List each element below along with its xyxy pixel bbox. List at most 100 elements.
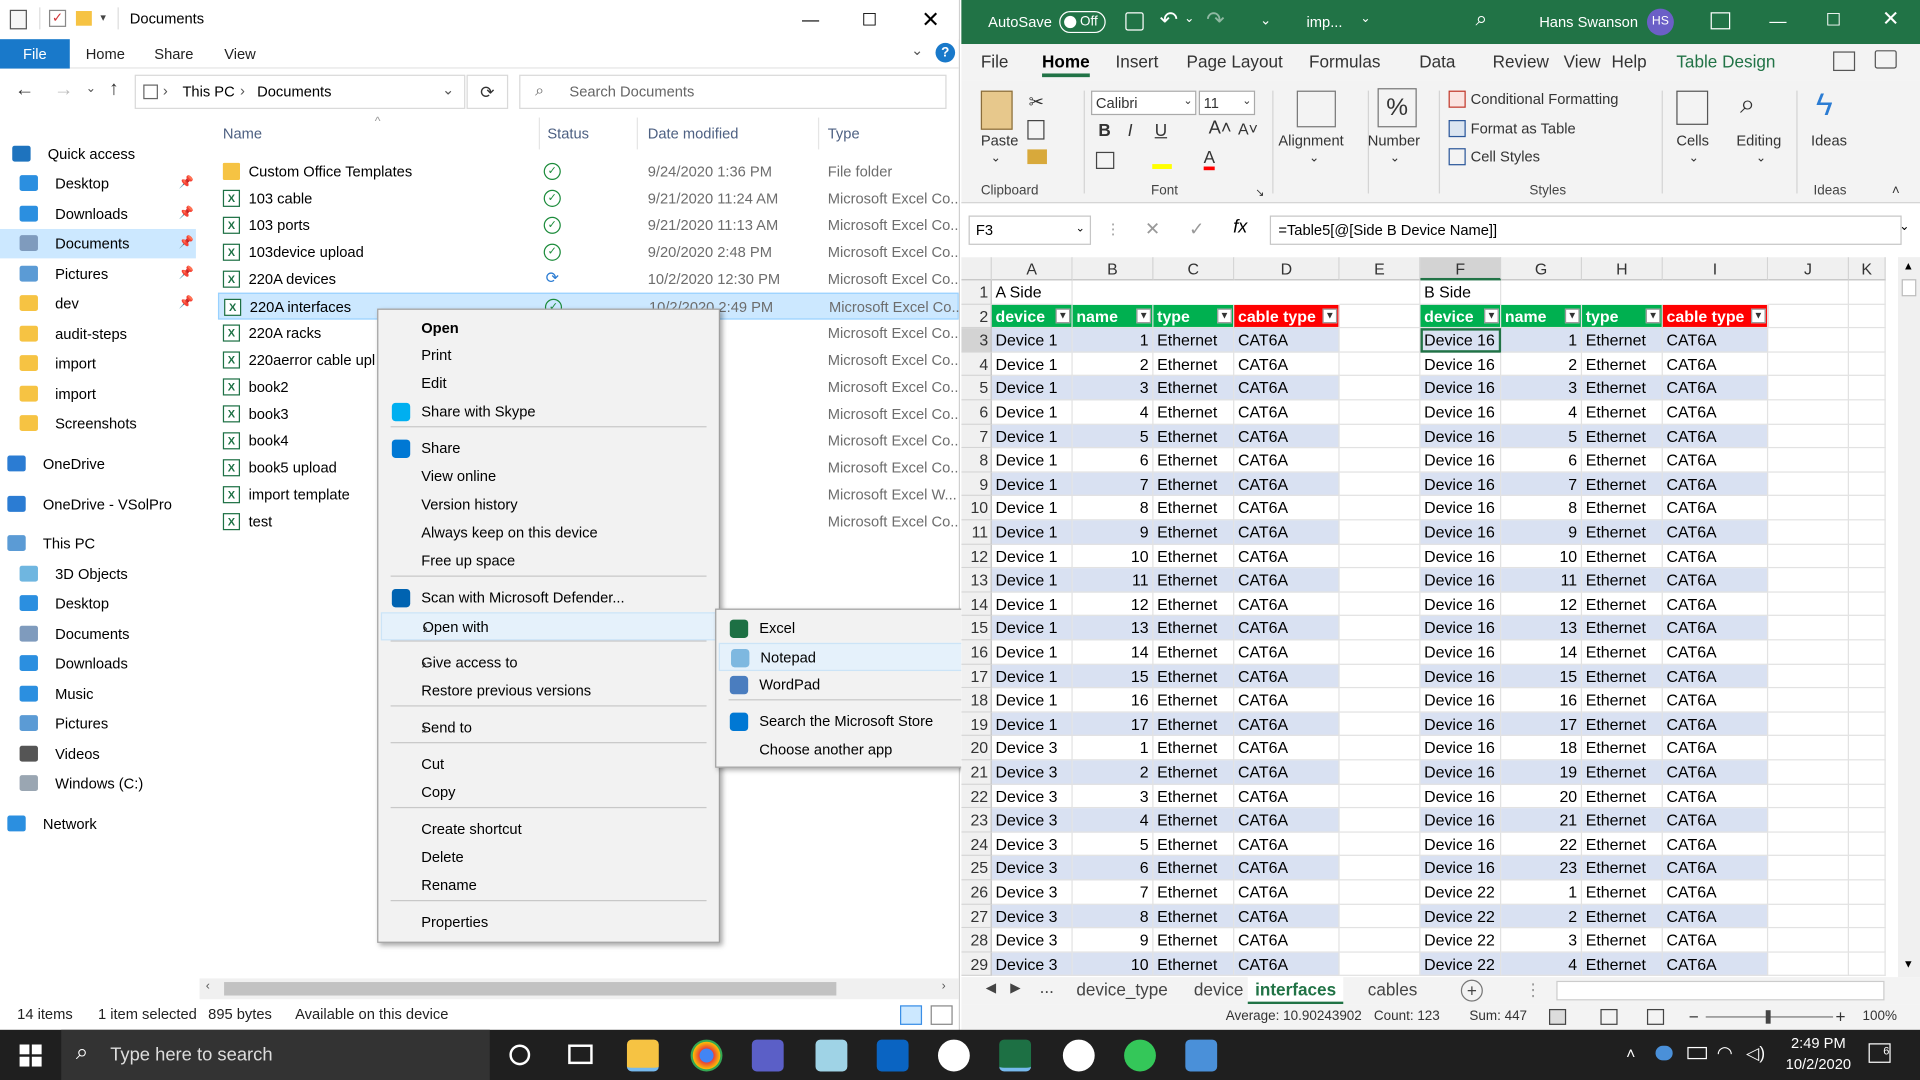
table-cell[interactable]: 12: [1501, 592, 1583, 617]
row-header[interactable]: 17: [961, 664, 992, 689]
table-cell[interactable]: 10: [1072, 544, 1154, 569]
table-cell[interactable]: Device 16: [1420, 808, 1502, 833]
empty-cell[interactable]: [1848, 328, 1886, 353]
table-cell[interactable]: CAT6A: [1662, 568, 1769, 593]
table-cell[interactable]: CAT6A: [1662, 904, 1769, 929]
excel-tab-view[interactable]: View: [1564, 51, 1601, 71]
table-cell[interactable]: Ethernet: [1153, 760, 1235, 785]
empty-cell[interactable]: [1768, 880, 1849, 905]
wifi-icon[interactable]: ◠: [1717, 1042, 1733, 1064]
excel-tab-review[interactable]: Review: [1493, 51, 1549, 71]
table-cell[interactable]: CAT6A: [1662, 376, 1769, 401]
table-cell[interactable]: Ethernet: [1153, 400, 1235, 425]
table-header-b-0[interactable]: device ▼: [1420, 304, 1502, 329]
table-cell[interactable]: Ethernet: [1153, 808, 1235, 833]
table-cell[interactable]: Ethernet: [1582, 616, 1663, 641]
editing-button[interactable]: Editing: [1736, 132, 1781, 149]
table-cell[interactable]: CAT6A: [1234, 952, 1340, 977]
sheet-options-icon[interactable]: ⋮: [1525, 980, 1542, 1001]
cell-styles-icon[interactable]: [1448, 148, 1466, 166]
table-header-a-3[interactable]: cable type ▼: [1234, 304, 1340, 329]
empty-cell[interactable]: [1848, 760, 1886, 785]
more-sheets-ellipsis[interactable]: ...: [1040, 977, 1054, 997]
column-header-a[interactable]: A: [991, 257, 1073, 281]
table-cell[interactable]: CAT6A: [1662, 880, 1769, 905]
empty-cell[interactable]: [1848, 400, 1886, 425]
column-status[interactable]: Status: [547, 125, 589, 142]
table-cell[interactable]: Ethernet: [1153, 424, 1235, 449]
table-cell[interactable]: 9: [1072, 928, 1154, 953]
table-header-b-3[interactable]: cable type ▼: [1662, 304, 1769, 329]
paste-icon[interactable]: [980, 90, 1013, 130]
row-header[interactable]: 25: [961, 856, 992, 881]
table-cell[interactable]: CAT6A: [1662, 832, 1769, 857]
table-cell[interactable]: CAT6A: [1662, 592, 1769, 617]
table-cell[interactable]: CAT6A: [1662, 496, 1769, 521]
chrome-taskbar-icon[interactable]: [690, 1039, 723, 1072]
alignment-icon[interactable]: [1296, 90, 1336, 128]
ideas-icon[interactable]: ϟ: [1816, 86, 1833, 124]
workbook-name[interactable]: imp...: [1307, 13, 1343, 30]
empty-cell[interactable]: [1848, 424, 1886, 449]
column-header-f[interactable]: F: [1420, 257, 1502, 281]
table-cell[interactable]: Device 3: [991, 904, 1073, 929]
table-cell[interactable]: 17: [1501, 712, 1583, 737]
table-cell[interactable]: CAT6A: [1234, 760, 1340, 785]
empty-cell[interactable]: [1339, 400, 1421, 425]
table-cell[interactable]: 9: [1501, 520, 1583, 545]
scroll-right-icon[interactable]: ›: [942, 980, 946, 993]
empty-cell[interactable]: [1848, 280, 1886, 305]
context-menu-item-give-access-to[interactable]: Give access to ›: [381, 649, 717, 677]
table-cell[interactable]: Device 1: [991, 328, 1073, 353]
table-cell[interactable]: CAT6A: [1662, 664, 1769, 689]
empty-cell[interactable]: [1768, 784, 1849, 809]
format-as-table-button[interactable]: Format as Table: [1471, 120, 1576, 137]
table-cell[interactable]: Device 3: [991, 832, 1073, 857]
table-cell[interactable]: Device 3: [991, 808, 1073, 833]
table-cell[interactable]: Device 16: [1420, 760, 1502, 785]
italic-icon[interactable]: I: [1128, 120, 1133, 140]
row-header[interactable]: 4: [961, 352, 992, 377]
horizontal-scrollbar[interactable]: ‹ ›: [199, 978, 959, 1000]
table-cell[interactable]: CAT6A: [1234, 376, 1340, 401]
table-cell[interactable]: CAT6A: [1234, 592, 1340, 617]
table-cell[interactable]: Device 1: [991, 544, 1073, 569]
table-cell[interactable]: Ethernet: [1153, 496, 1235, 521]
empty-cell[interactable]: [1768, 592, 1849, 617]
excel-tab-home[interactable]: Home: [1042, 51, 1090, 78]
fill-color-icon[interactable]: [1152, 149, 1172, 169]
taskbar-time[interactable]: 2:49 PM: [1785, 1035, 1851, 1052]
table-cell[interactable]: Ethernet: [1582, 328, 1663, 353]
table-cell[interactable]: 14: [1501, 640, 1583, 665]
table-cell[interactable]: Device 22: [1420, 952, 1502, 977]
table-cell[interactable]: 6: [1072, 448, 1154, 473]
table-header-a-2[interactable]: type ▼: [1153, 304, 1235, 329]
large-icons-view-icon[interactable]: [930, 1005, 953, 1025]
row-header[interactable]: 26: [961, 880, 992, 905]
empty-cell[interactable]: [1848, 640, 1886, 665]
table-cell[interactable]: Device 1: [991, 592, 1073, 617]
table-cell[interactable]: Device 16: [1420, 832, 1502, 857]
increase-font-icon[interactable]: A˄: [1209, 118, 1232, 139]
row-header[interactable]: 10: [961, 496, 992, 521]
empty-cell[interactable]: [1768, 328, 1849, 353]
table-cell[interactable]: 4: [1501, 952, 1583, 977]
filter-dropdown-icon[interactable]: ▼: [1322, 308, 1338, 323]
context-menu-item-view-online[interactable]: View online: [381, 463, 717, 491]
cell-styles-button[interactable]: Cell Styles: [1471, 148, 1540, 165]
table-cell[interactable]: 5: [1501, 424, 1583, 449]
table-cell[interactable]: Ethernet: [1582, 592, 1663, 617]
vertical-scrollbar[interactable]: ▲ ▼: [1897, 257, 1920, 978]
snipping-taskbar-icon[interactable]: [815, 1039, 848, 1072]
table-cell[interactable]: Ethernet: [1153, 352, 1235, 377]
battery-icon[interactable]: [1687, 1046, 1707, 1060]
table-cell[interactable]: CAT6A: [1234, 832, 1340, 857]
empty-cell[interactable]: [1339, 808, 1421, 833]
autosave-toggle[interactable]: Off: [1059, 11, 1106, 34]
cell-section-b[interactable]: B Side: [1420, 280, 1502, 305]
minimize-icon[interactable]: —: [782, 0, 838, 39]
table-cell[interactable]: 5: [1072, 424, 1154, 449]
font-color-icon[interactable]: A: [1203, 147, 1216, 171]
column-header-j[interactable]: J: [1768, 257, 1849, 281]
table-cell[interactable]: Ethernet: [1582, 808, 1663, 833]
